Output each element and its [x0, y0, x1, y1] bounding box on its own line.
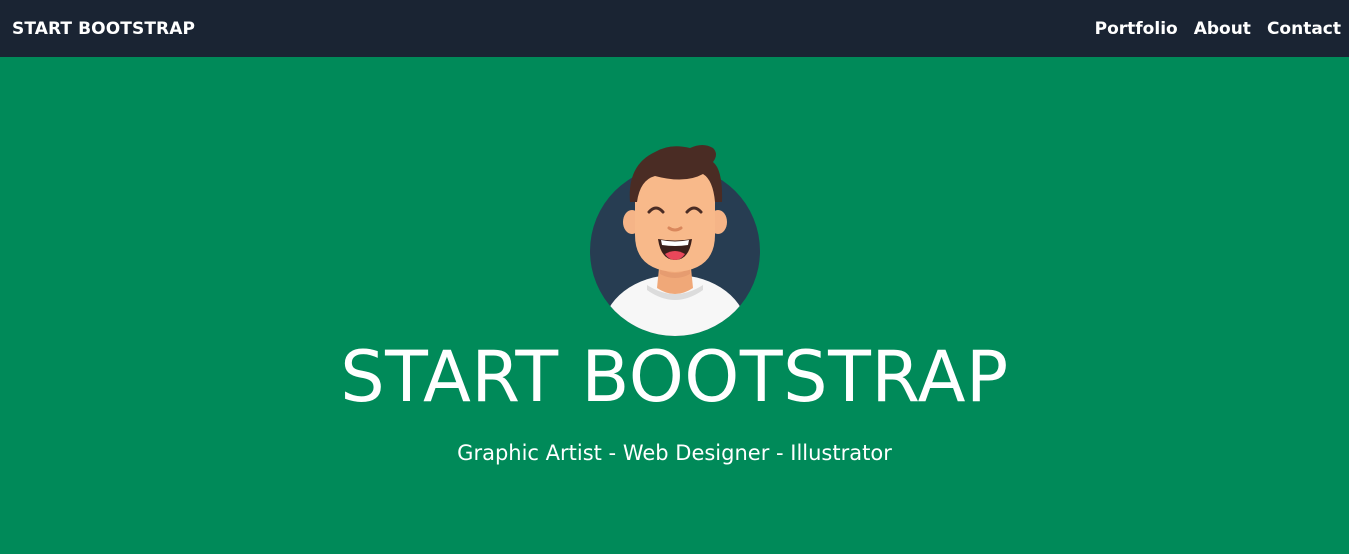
top-navbar: START BOOTSTRAP Portfolio About Contact: [0, 0, 1349, 57]
nav-link-about[interactable]: About: [1194, 19, 1251, 39]
masthead: START BOOTSTRAP Graphic Artist - Web Des…: [0, 57, 1349, 554]
avatar-illustration-icon: [590, 145, 760, 336]
nav-links: Portfolio About Contact: [1079, 19, 1341, 39]
masthead-subtitle: Graphic Artist - Web Designer - Illustra…: [457, 441, 892, 465]
nav-link-contact[interactable]: Contact: [1267, 19, 1341, 39]
masthead-title: START BOOTSTRAP: [340, 336, 1009, 418]
nav-link-portfolio[interactable]: Portfolio: [1095, 19, 1178, 39]
navbar-brand[interactable]: START BOOTSTRAP: [12, 19, 195, 39]
